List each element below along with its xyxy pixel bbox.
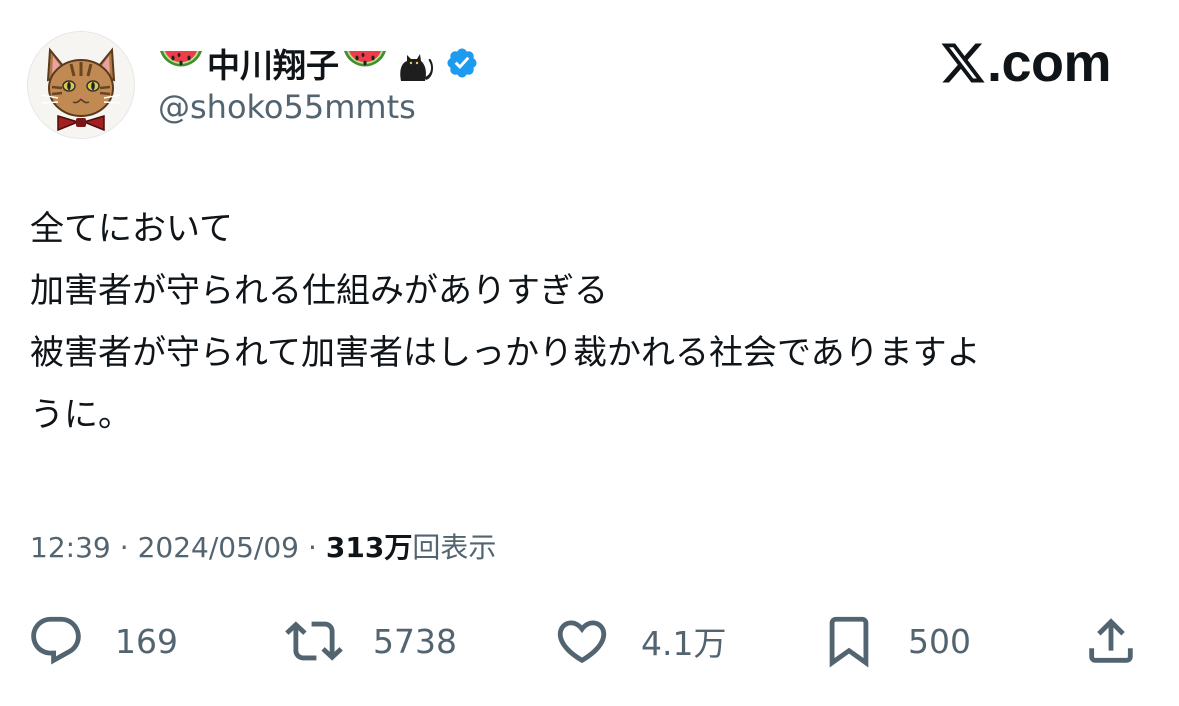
share-icon — [1082, 612, 1140, 670]
bookmark-button[interactable]: 500 — [820, 608, 971, 674]
tweet-text: 全てにおいて 加害者が守られる仕組みがありすぎる 被害者が守られて加害者はしっか… — [30, 198, 1150, 446]
tweet-time[interactable]: 12:39 — [30, 531, 111, 564]
like-count: 4.1万 — [641, 624, 727, 663]
retweet-icon — [285, 612, 343, 670]
user-handle[interactable]: @shoko55mmts — [158, 88, 416, 126]
like-button[interactable]: 4.1万 — [553, 608, 726, 674]
bookmark-count: 500 — [908, 621, 971, 661]
tweet-line: 加害者が守られる仕組みがありすぎる — [30, 271, 608, 311]
reply-icon — [27, 612, 85, 670]
display-name-row[interactable]: 中川翔子 — [157, 38, 479, 88]
watermelon-icon — [341, 43, 389, 83]
tweet-meta: 12:39 · 2024/05/09 · 313万 回表示 — [30, 526, 496, 566]
x-logo-icon — [939, 39, 987, 87]
site-domain: .com — [986, 33, 1112, 93]
watermelon-icon — [157, 43, 205, 83]
heart-icon — [553, 612, 611, 670]
display-name[interactable]: 中川翔子 — [207, 39, 339, 87]
tweet-line: うに。 — [30, 395, 132, 435]
action-bar: 169 5738 4.1万 500 — [27, 608, 1152, 674]
views-count[interactable]: 313万 — [326, 526, 412, 566]
meta-separator: · — [119, 531, 129, 564]
tweet-line: 全てにおいて — [30, 209, 233, 249]
retweet-button[interactable]: 5738 — [285, 608, 457, 674]
reply-count: 169 — [115, 621, 178, 661]
tweet-line: 被害者が守られて加害者はしっかり裁かれる社会でありますよ — [30, 333, 981, 373]
share-button[interactable] — [1082, 608, 1140, 674]
verified-badge-icon[interactable] — [445, 46, 479, 80]
bookmark-icon — [820, 612, 878, 670]
reply-button[interactable]: 169 — [27, 608, 178, 674]
site-logo: .com — [939, 33, 1112, 93]
views-label[interactable]: 回表示 — [412, 526, 496, 566]
tweet-date[interactable]: 2024/05/09 — [138, 531, 299, 564]
retweet-count: 5738 — [373, 621, 457, 661]
meta-separator: · — [308, 531, 317, 564]
black-cat-icon — [393, 41, 437, 85]
avatar[interactable] — [27, 31, 135, 139]
cat-avatar-illustration — [28, 32, 134, 138]
